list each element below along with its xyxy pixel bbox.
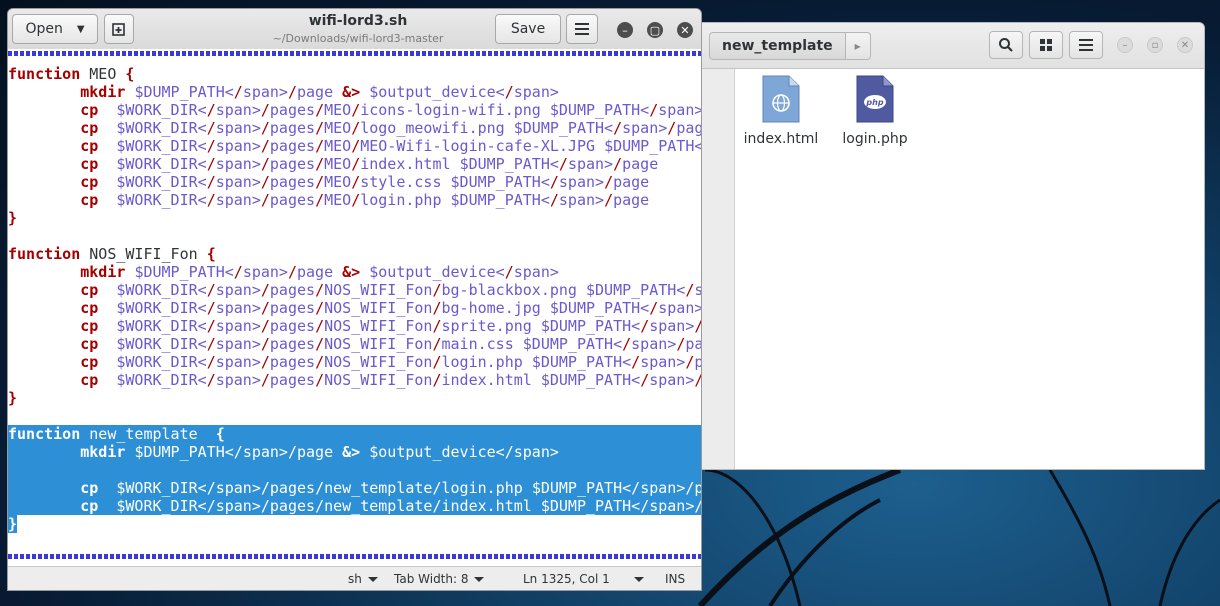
editor-headerbar: Open ▼ wifi-lord3.sh ~/Downloads/wifi-lo… [8, 9, 701, 50]
breadcrumb-forward-button[interactable]: ▸ [845, 32, 871, 60]
open-button[interactable]: Open ▼ [12, 14, 98, 44]
close-button[interactable]: ✕ [1177, 37, 1193, 53]
maximize-button[interactable]: ▫ [1147, 37, 1163, 53]
new-document-button[interactable] [104, 14, 134, 44]
minimize-icon: – [622, 23, 628, 37]
save-button[interactable]: Save [495, 14, 561, 44]
code-line[interactable]: cp $WORK_DIR</span>/pages/NOS_WIFI_Fon/i… [8, 371, 701, 389]
code-line[interactable]: } [8, 515, 701, 533]
hamburger-menu-icon [1079, 39, 1093, 51]
comment-hash-line [8, 51, 701, 56]
grid-view-icon [1040, 39, 1052, 51]
language-label: sh [348, 572, 362, 586]
hamburger-menu-icon [575, 23, 589, 35]
chevron-down-icon [474, 576, 485, 582]
code-line[interactable] [8, 407, 701, 425]
chevron-right-icon: ▸ [854, 39, 861, 53]
comment-hash-line [8, 554, 701, 559]
close-icon: ✕ [1180, 39, 1190, 51]
status-bar: sh Tab Width: 8 Ln 1325, Col 1 INS [8, 566, 701, 590]
file-view: index.html php login.php [735, 69, 1204, 469]
chevron-down-icon [633, 576, 644, 582]
code-line[interactable] [8, 461, 701, 479]
window-subtitle: ~/Downloads/wifi-lord3-master [272, 32, 444, 45]
maximize-icon: ▫ [1151, 39, 1159, 51]
hamburger-menu-button[interactable] [566, 14, 598, 44]
cursor-position-label: Ln 1325, Col 1 [523, 572, 610, 586]
file-manager-headerbar: new_template ▸ – ▫ ✕ [691, 23, 1204, 69]
code-line[interactable]: cp $WORK_DIR</span>/pages/new_template/l… [8, 479, 701, 497]
file-item-index-html[interactable]: index.html [741, 75, 821, 147]
code-line[interactable]: cp $WORK_DIR</span>/pages/NOS_WIFI_Fon/l… [8, 353, 701, 371]
tab-width-label: Tab Width: 8 [394, 572, 469, 586]
code-line[interactable]: cp $WORK_DIR</span>/pages/NOS_WIFI_Fon/b… [8, 281, 701, 299]
code-line[interactable]: cp $WORK_DIR</span>/pages/NOS_WIFI_Fon/b… [8, 299, 701, 317]
tab-width-selector[interactable]: Tab Width: 8 [394, 572, 485, 586]
code-line[interactable]: } [8, 209, 701, 227]
code-line[interactable]: } [8, 389, 701, 407]
maximize-icon: ▢ [649, 23, 661, 37]
code-line[interactable]: cp $WORK_DIR</span>/pages/NOS_WIFI_Fon/m… [8, 335, 701, 353]
code-line[interactable]: mkdir $DUMP_PATH</span>/page &> $output_… [8, 263, 701, 281]
php-file-icon: php [856, 75, 894, 123]
code-line[interactable]: cp $WORK_DIR</span>/pages/MEO/icons-logi… [8, 101, 701, 119]
code-line[interactable]: cp $WORK_DIR</span>/pages/MEO/login.php … [8, 191, 701, 209]
code-line[interactable]: cp $WORK_DIR</span>/pages/MEO/logo_meowi… [8, 119, 701, 137]
code-line[interactable]: mkdir $DUMP_PATH</span>/page &> $output_… [8, 83, 701, 101]
save-button-label: Save [510, 21, 546, 37]
search-button[interactable] [989, 31, 1023, 59]
code-line[interactable] [8, 227, 701, 245]
new-tab-icon [112, 23, 125, 36]
html-file-icon [762, 75, 800, 123]
minimize-icon: – [1122, 39, 1128, 51]
code-line[interactable]: cp $WORK_DIR</span>/pages/MEO/index.html… [8, 155, 701, 173]
text-editor-window: Open ▼ wifi-lord3.sh ~/Downloads/wifi-lo… [7, 8, 702, 591]
php-badge-text: php [865, 98, 883, 107]
chevron-down-icon [367, 576, 378, 582]
code-editor[interactable]: function MEO { mkdir $DUMP_PATH</span>/p… [8, 49, 701, 566]
insert-mode-label: INS [665, 572, 686, 586]
close-button[interactable]: ✕ [677, 22, 693, 38]
maximize-button[interactable]: ▢ [647, 22, 663, 38]
code-line[interactable]: function NOS_WIFI_Fon { [8, 245, 701, 263]
cursor-position-selector[interactable]: Ln 1325, Col 1 [523, 572, 644, 586]
path-bar: new_template ▸ [709, 32, 871, 60]
code-line[interactable]: mkdir $DUMP_PATH</span>/page &> $output_… [8, 443, 701, 461]
file-name: index.html [743, 131, 819, 147]
code-line[interactable]: cp $WORK_DIR</span>/pages/MEO/style.css … [8, 173, 701, 191]
menu-button[interactable] [1069, 31, 1103, 59]
grid-view-button[interactable] [1029, 31, 1063, 59]
code-line[interactable]: function MEO { [8, 65, 701, 83]
open-button-label: Open [25, 21, 63, 37]
code-line[interactable]: cp $WORK_DIR</span>/pages/NOS_WIFI_Fon/s… [8, 317, 701, 335]
breadcrumb-new-template[interactable]: new_template [709, 32, 846, 60]
file-name: login.php [842, 131, 908, 147]
search-icon [999, 38, 1013, 52]
minimize-button[interactable]: – [617, 22, 633, 38]
insert-mode-indicator: INS [665, 572, 685, 586]
file-item-login-php[interactable]: php login.php [835, 75, 915, 147]
language-selector[interactable]: sh [348, 572, 378, 586]
code-line[interactable]: cp $WORK_DIR</span>/pages/new_template/i… [8, 497, 701, 515]
window-title: wifi-lord3.sh [308, 13, 408, 29]
code-line[interactable]: function new_template { [8, 425, 701, 443]
file-manager-window: new_template ▸ – ▫ ✕ index.html php logi… [690, 22, 1205, 470]
minimize-button[interactable]: – [1117, 37, 1133, 53]
close-icon: ✕ [680, 23, 690, 37]
chevron-down-icon: ▼ [76, 23, 85, 35]
code-line[interactable]: cp $WORK_DIR</span>/pages/MEO/MEO-Wifi-l… [8, 137, 701, 155]
